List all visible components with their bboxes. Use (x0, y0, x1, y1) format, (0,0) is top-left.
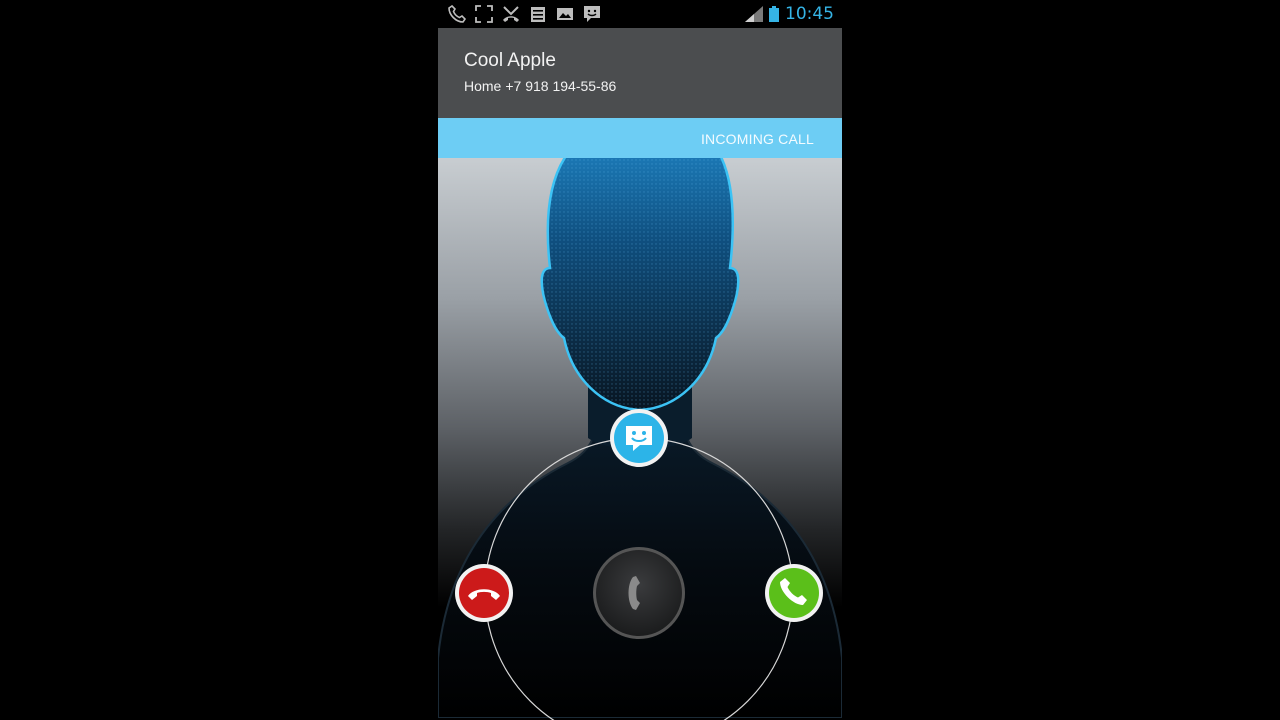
signal-icon (744, 5, 764, 23)
status-time: 10:45 (785, 4, 834, 24)
answer-call-button[interactable] (764, 563, 824, 623)
clipboard-icon (529, 5, 547, 23)
caller-number: +7 918 194-55-86 (505, 78, 617, 94)
caller-name: Cool Apple (464, 50, 556, 71)
caller-number-line: Home +7 918 194-55-86 (464, 78, 616, 94)
reply-message-button[interactable] (609, 408, 669, 468)
call-status-bar: INCOMING CALL (438, 118, 842, 158)
missed-call-icon (502, 5, 520, 23)
caller-info: Cool Apple Home +7 918 194-55-86 (438, 28, 842, 118)
call-status: INCOMING CALL (700, 131, 814, 147)
call-handle[interactable] (592, 546, 686, 640)
gallery-icon (556, 5, 574, 23)
battery-icon (768, 5, 780, 23)
message-icon (583, 5, 601, 23)
caller-number-label: Home (464, 78, 502, 94)
phone-screen: 10:45 Cool Apple Home +7 918 194-55-86 IN… (438, 0, 842, 720)
decline-call-button[interactable] (454, 563, 514, 623)
status-bar: 10:45 (438, 0, 842, 28)
phone-icon (448, 4, 467, 23)
screenshot-icon (475, 5, 493, 23)
